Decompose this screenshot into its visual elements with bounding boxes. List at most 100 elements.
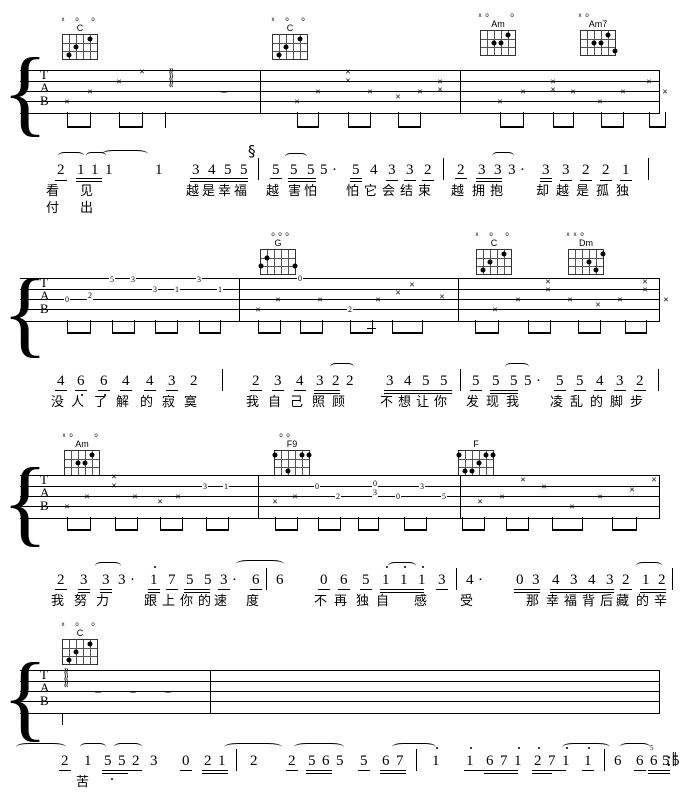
jianpu-note: 0 <box>182 753 190 769</box>
jianpu-note: 1 <box>514 753 522 769</box>
string-open-o: o <box>91 622 95 628</box>
lyric-char: 现 <box>486 395 500 410</box>
jianpu-note: 2 <box>132 753 140 769</box>
mute-stroke-x: × <box>157 496 163 507</box>
mute-stroke-x: × <box>315 86 321 97</box>
mute-stroke-x: × <box>477 496 483 507</box>
jianpu-note: 6 <box>636 753 644 769</box>
jianpu-note: 3 <box>80 572 88 588</box>
jianpu-note: 5 <box>104 753 112 769</box>
mute-stroke-x: × <box>116 76 122 87</box>
jianpu-note: 2 <box>288 753 296 769</box>
mute-stroke-x: × <box>541 481 547 492</box>
repeat-end-barline: :‖ <box>666 749 678 771</box>
mute-stroke-x: × <box>620 86 626 97</box>
jianpu-note: 6 <box>77 373 85 389</box>
lyric-char: 越 <box>186 184 200 199</box>
octave-dot-above <box>470 747 472 749</box>
string-open-o: o <box>75 17 79 23</box>
lyric-char: 凌 <box>550 395 564 410</box>
lyric-char: 是 <box>576 184 590 199</box>
jianpu-note: 6 <box>322 753 330 769</box>
lyric-char: 跟 <box>144 594 158 609</box>
lyric-char: 害 <box>288 184 302 199</box>
tab-letter-t: T <box>40 472 48 487</box>
slur-mark <box>80 743 106 751</box>
chord-name-label: C <box>76 628 84 638</box>
jianpu-note: 2 <box>190 373 198 389</box>
jianpu-note: 4 <box>466 572 474 588</box>
barline <box>258 158 259 180</box>
jianpu-note: 5 <box>186 572 194 588</box>
mute-stroke-x: × <box>595 299 601 310</box>
jianpu-note: 1 <box>77 162 85 178</box>
chord-finger-dot <box>272 452 278 458</box>
fret-number: 0 <box>314 482 320 491</box>
chord-finger-dot <box>87 36 93 42</box>
chord-grid <box>62 34 98 60</box>
lyric-char: 越 <box>266 184 280 199</box>
augmentation-dot: · <box>478 572 483 588</box>
lyric-char: 却 <box>536 184 550 199</box>
tab-letter-b: B <box>40 498 49 513</box>
lyric-char: 怕 <box>304 184 318 199</box>
jianpu-note: 1 <box>466 753 474 769</box>
mute-stroke-x: × <box>497 96 503 107</box>
jianpu-note: 1 <box>84 753 92 769</box>
string-open-o: o <box>91 17 95 23</box>
chord-grid <box>258 249 298 275</box>
tab-letter-a: A <box>40 485 50 500</box>
jianpu-note: 5 <box>440 373 448 389</box>
string-open-o: o <box>278 232 282 238</box>
string-mute-x: x <box>578 13 582 19</box>
tab-letter-b: B <box>40 301 49 316</box>
mute-stroke-x: × <box>646 76 652 87</box>
chord-finger-dot <box>591 40 597 46</box>
barline <box>443 158 444 180</box>
octave-dot-above <box>386 566 388 568</box>
barline <box>648 158 649 180</box>
mute-stroke-x: × <box>292 491 298 502</box>
string-mute-x: x <box>271 17 275 23</box>
slur-mark <box>285 153 307 161</box>
jianpu-note: 4 <box>208 162 216 178</box>
mute-stroke-x: × <box>439 291 445 302</box>
chord-diagram-f9: F9 o o <box>272 433 312 476</box>
lyric-char: 孤 <box>596 184 610 199</box>
octave-dot-above <box>538 747 540 749</box>
lyric-char: 背 <box>582 594 596 609</box>
chord-finger-dot <box>501 251 507 257</box>
jianpu-note: 2 <box>346 373 354 389</box>
mute-stroke-x: × <box>409 279 415 290</box>
augmentation-dot: · <box>536 373 541 389</box>
lyric-char: 会 <box>382 184 396 199</box>
slur-mark <box>95 562 121 570</box>
chord-finger-dot <box>480 267 486 273</box>
jianpu-note: 2 <box>57 572 65 588</box>
jianpu-note: 5 <box>204 572 212 588</box>
chord-finger-dot <box>612 48 618 54</box>
jianpu-note: 2 <box>658 572 666 588</box>
lyric-char: 藏 <box>616 594 630 609</box>
lyric-char: 自 <box>376 594 390 609</box>
string-open-o: o <box>285 17 289 23</box>
chord-name-label: F9 <box>286 439 298 449</box>
mute-stroke-x: × <box>294 96 300 107</box>
chord-finger-dot <box>299 452 305 458</box>
string-open-o: o <box>271 232 275 238</box>
jianpu-note: 6 <box>252 572 260 588</box>
jianpu-note: 7 <box>500 753 508 769</box>
lyric-char: 没 <box>51 395 65 410</box>
jianpu-note: 3 <box>192 162 200 178</box>
jianpu-note: 5 <box>472 373 480 389</box>
jianpu-note: 6 <box>650 753 658 769</box>
tab-staff: T A B ≈≈≈ – – – <box>20 667 660 725</box>
fret-number: 3 <box>419 482 425 491</box>
jianpu-note: 2 <box>250 753 258 769</box>
jianpu-note: 3 <box>532 572 540 588</box>
mute-stroke-x: × <box>84 491 90 502</box>
slur-mark <box>330 363 354 371</box>
chord-diagram-f: F <box>456 440 496 476</box>
jianpu-note: 1 <box>382 572 390 588</box>
slur-mark <box>562 743 610 751</box>
